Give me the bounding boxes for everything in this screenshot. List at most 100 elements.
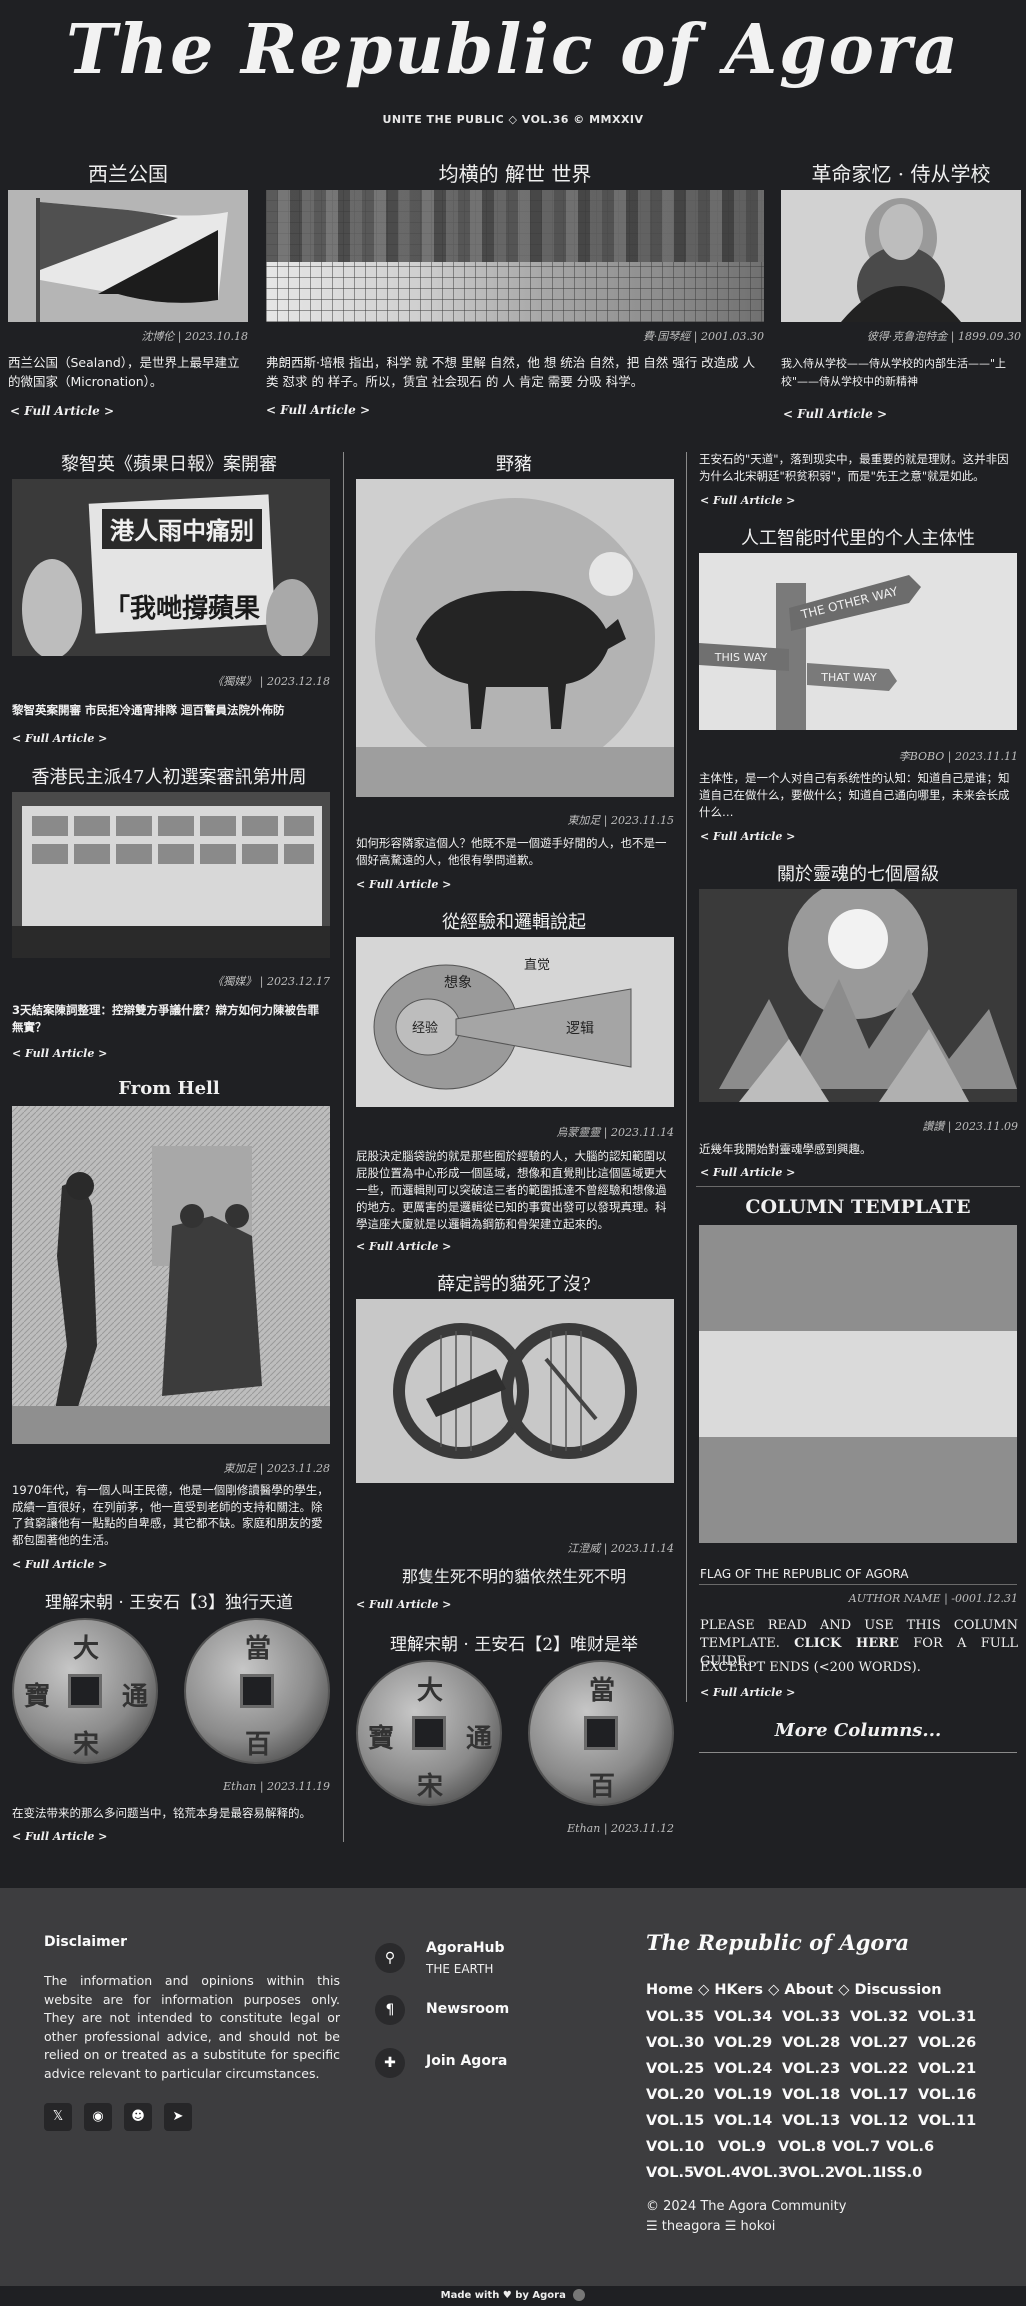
full-article-link[interactable]: < Full Article > xyxy=(356,878,451,891)
article-title[interactable]: 均横的 解世 世界 xyxy=(266,158,764,187)
full-article-link[interactable]: < Full Article > xyxy=(356,1598,451,1611)
svg-text:经验: 经验 xyxy=(412,1020,438,1036)
agora-logo-icon[interactable] xyxy=(573,2289,586,2301)
full-article-link[interactable]: < Full Article > xyxy=(10,404,114,418)
volume-link[interactable]: VOL.29 xyxy=(714,2035,772,2051)
article-title[interactable]: 理解宋朝 · 王安石【2】唯财是举 xyxy=(352,1630,676,1655)
coin-image[interactable]: 大 宋 寶 通 xyxy=(12,1618,158,1764)
article-title[interactable]: 人工智能时代里的个人主体性 xyxy=(696,524,1020,550)
volume-link[interactable]: VOL.6 xyxy=(886,2139,934,2155)
volume-link[interactable]: VOL.13 xyxy=(782,2113,840,2129)
site-title[interactable]: The Republic of Agora xyxy=(0,10,1026,90)
github-icon[interactable]: ◉ xyxy=(84,2103,112,2131)
volume-link[interactable]: VOL.5 xyxy=(646,2165,694,2181)
volume-link[interactable]: VOL.10 xyxy=(646,2139,704,2155)
disclaimer-text: The information and opinions within this… xyxy=(44,1973,340,2081)
volume-link[interactable]: VOL.1 xyxy=(834,2165,882,2181)
volume-link[interactable]: VOL.12 xyxy=(850,2113,908,2129)
article-title[interactable]: 理解宋朝 · 王安石【3】独行天道 xyxy=(8,1588,330,1613)
article-title[interactable]: 關於靈魂的七個層級 xyxy=(696,860,1020,886)
volume-link[interactable]: VOL.19 xyxy=(714,2087,772,2103)
volume-link[interactable]: VOL.32 xyxy=(850,2009,908,2025)
volume-link[interactable]: VOL.8 xyxy=(778,2139,826,2155)
article-title[interactable]: 西兰公国 xyxy=(8,158,248,187)
volume-link[interactable]: VOL.17 xyxy=(850,2087,908,2103)
volume-link[interactable]: VOL.23 xyxy=(782,2061,840,2077)
volume-link[interactable]: VOL.2 xyxy=(787,2165,835,2181)
volume-link[interactable]: VOL.22 xyxy=(850,2061,908,2077)
reddit-icon[interactable]: ☻ xyxy=(124,2103,152,2131)
agorahub-link[interactable]: AgoraHub xyxy=(426,1940,505,1956)
full-article-link[interactable]: < Full Article > xyxy=(12,732,107,745)
coin-image[interactable]: 當 百 xyxy=(184,1618,330,1764)
volume-link[interactable]: VOL.28 xyxy=(782,2035,840,2051)
grid-gradient-image[interactable] xyxy=(266,190,764,322)
full-article-link[interactable]: < Full Article > xyxy=(12,1558,107,1571)
agora-flag-image[interactable] xyxy=(699,1225,1017,1543)
article-title[interactable]: From Hell xyxy=(8,1078,330,1099)
volume-link[interactable]: VOL.33 xyxy=(782,2009,840,2025)
sealand-flag-image[interactable] xyxy=(8,190,248,322)
venn-diagram[interactable]: 想象 经验 逻辑 直觉 xyxy=(356,937,674,1107)
coin-image[interactable]: 當 百 xyxy=(528,1660,674,1806)
volume-link[interactable]: VOL.4 xyxy=(693,2165,741,2181)
nav-discussion[interactable]: Discussion xyxy=(854,1982,941,1998)
volume-link[interactable]: VOL.14 xyxy=(714,2113,772,2129)
full-article-link[interactable]: < Full Article > xyxy=(700,830,795,843)
telegram-icon[interactable]: ➤ xyxy=(164,2103,192,2131)
more-columns-link[interactable]: More Columns... xyxy=(696,1720,1020,1741)
volume-link[interactable]: VOL.15 xyxy=(646,2113,704,2129)
volume-link[interactable]: VOL.20 xyxy=(646,2087,704,2103)
volume-link[interactable]: VOL.25 xyxy=(646,2061,704,2077)
volume-link[interactable]: VOL.3 xyxy=(740,2165,788,2181)
volume-link[interactable]: VOL.21 xyxy=(918,2061,976,2077)
volume-link[interactable]: VOL.26 xyxy=(918,2035,976,2051)
portrait-image[interactable] xyxy=(781,190,1021,322)
volume-link[interactable]: VOL.9 xyxy=(718,2139,766,2155)
nav-hkers[interactable]: HKers xyxy=(714,1982,763,1998)
full-article-link[interactable]: < Full Article > xyxy=(700,1686,795,1699)
signpost-image[interactable]: THE OTHER WAY THIS WAY THAT WAY xyxy=(699,553,1017,730)
schrodinger-cat-illustration[interactable] xyxy=(356,1299,674,1483)
article-title[interactable]: 香港民主派47人初選案審訊第卅周 xyxy=(8,763,330,789)
join-agora-link[interactable]: Join Agora xyxy=(426,2053,507,2069)
crystal-light-image[interactable] xyxy=(699,889,1017,1102)
article-title[interactable]: 薛定諤的貓死了沒? xyxy=(352,1270,676,1296)
volume-link[interactable]: VOL.11 xyxy=(918,2113,976,2129)
volume-link[interactable]: VOL.27 xyxy=(850,2035,908,2051)
article-title[interactable]: 黎智英《蘋果日報》案開審 xyxy=(8,450,330,476)
full-article-link[interactable]: < Full Article > xyxy=(783,407,887,421)
article-title[interactable]: 革命家忆 · 侍从学校 xyxy=(781,158,1021,187)
volume-link[interactable]: VOL.18 xyxy=(782,2087,840,2103)
full-article-link[interactable]: < Full Article > xyxy=(12,1047,107,1060)
full-article-link[interactable]: < Full Article > xyxy=(12,1830,107,1843)
article-title[interactable]: 從經驗和邏輯說起 xyxy=(352,908,676,934)
volume-link[interactable]: VOL.24 xyxy=(714,2061,772,2077)
footer-brand[interactable]: The Republic of Agora xyxy=(646,1930,909,1955)
etching-illustration[interactable] xyxy=(12,1106,330,1444)
boar-illustration[interactable] xyxy=(356,479,674,797)
full-article-link[interactable]: < Full Article > xyxy=(356,1240,451,1253)
click-here-link[interactable]: CLICK HERE xyxy=(794,1636,899,1651)
banner-photo[interactable] xyxy=(12,792,330,958)
full-article-link[interactable]: < Full Article > xyxy=(266,403,370,417)
nav-home[interactable]: Home xyxy=(646,1982,693,1998)
volume-link[interactable]: VOL.7 xyxy=(832,2139,880,2155)
column-template-title[interactable]: COLUMN TEMPLATE xyxy=(696,1196,1020,1218)
location-pin-icon: ⚲ xyxy=(375,1943,405,1973)
svg-text:想象: 想象 xyxy=(444,975,472,991)
coin-image[interactable]: 大 宋 寶 通 xyxy=(356,1660,502,1806)
full-article-link[interactable]: < Full Article > xyxy=(700,494,795,507)
newsroom-link[interactable]: Newsroom xyxy=(426,2001,509,2017)
volume-link[interactable]: VOL.31 xyxy=(918,2009,976,2025)
volume-link[interactable]: ISS.0 xyxy=(881,2165,922,2181)
volume-link[interactable]: VOL.16 xyxy=(918,2087,976,2103)
nav-about[interactable]: About xyxy=(784,1982,833,1998)
twitter-icon[interactable]: 𝕏 xyxy=(44,2103,72,2131)
article-title[interactable]: 野豬 xyxy=(352,450,676,476)
protest-photo[interactable]: 港人雨中痛别 「我哋撐蘋果 xyxy=(12,479,330,656)
full-article-link[interactable]: < Full Article > xyxy=(700,1166,795,1179)
volume-link[interactable]: VOL.30 xyxy=(646,2035,704,2051)
volume-link[interactable]: VOL.35 xyxy=(646,2009,704,2025)
volume-link[interactable]: VOL.34 xyxy=(714,2009,772,2025)
